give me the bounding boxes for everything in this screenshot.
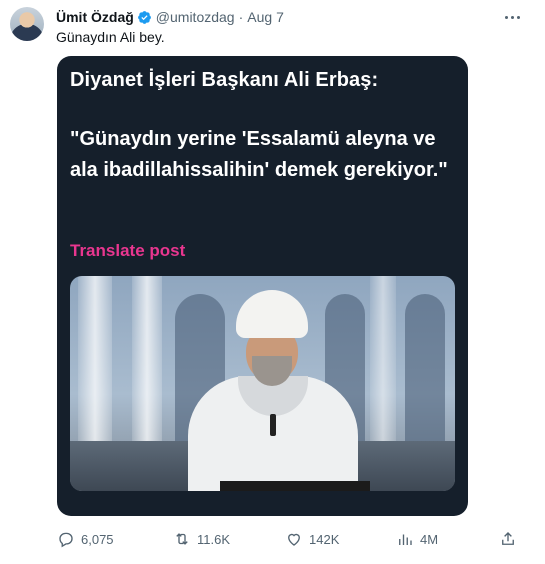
more-icon[interactable]: [502, 10, 522, 24]
share-button[interactable]: [499, 528, 517, 550]
author-name[interactable]: Ümit Özdağ: [56, 9, 134, 25]
card-photo[interactable]: [70, 276, 455, 491]
separator-dot: ·: [238, 9, 244, 25]
repost-icon: [176, 533, 188, 545]
post-date[interactable]: Aug 7: [247, 9, 284, 25]
views-count: 4M: [420, 531, 439, 547]
tweet-header: Ümit Özdağ @umitozdag · Aug 7: [56, 8, 284, 26]
card-title: Diyanet İşleri Başkanı Ali Erbaş:: [70, 69, 379, 91]
reply-button[interactable]: 6,075: [57, 528, 114, 550]
reply-count: 6,075: [81, 531, 114, 547]
views-icon: [399, 534, 412, 545]
tweet[interactable]: Ümit Özdağ @umitozdag · Aug 7 Günaydın A…: [0, 0, 545, 564]
like-icon: [288, 533, 300, 546]
repost-button[interactable]: 11.6K: [173, 528, 230, 550]
card-quote: "Günaydın yerine 'Essalamü aleyna ve ala…: [70, 128, 448, 181]
translate-post-link[interactable]: Translate post: [70, 241, 185, 261]
tweet-text: Günaydın Ali bey.: [56, 29, 165, 45]
views-button[interactable]: 4M: [396, 528, 438, 550]
avatar[interactable]: [10, 7, 44, 41]
reply-icon: [59, 532, 73, 548]
share-icon: [502, 532, 514, 545]
tweet-actions: 6,075 11.6K 142K 4M: [0, 528, 545, 550]
repost-count: 11.6K: [197, 531, 231, 547]
author-handle[interactable]: @umitozdag: [156, 9, 235, 25]
media-card[interactable]: Diyanet İşleri Başkanı Ali Erbaş: "Günay…: [57, 56, 468, 516]
like-button[interactable]: 142K: [285, 528, 339, 550]
verified-badge-icon: [137, 10, 151, 24]
like-count: 142K: [309, 531, 340, 547]
